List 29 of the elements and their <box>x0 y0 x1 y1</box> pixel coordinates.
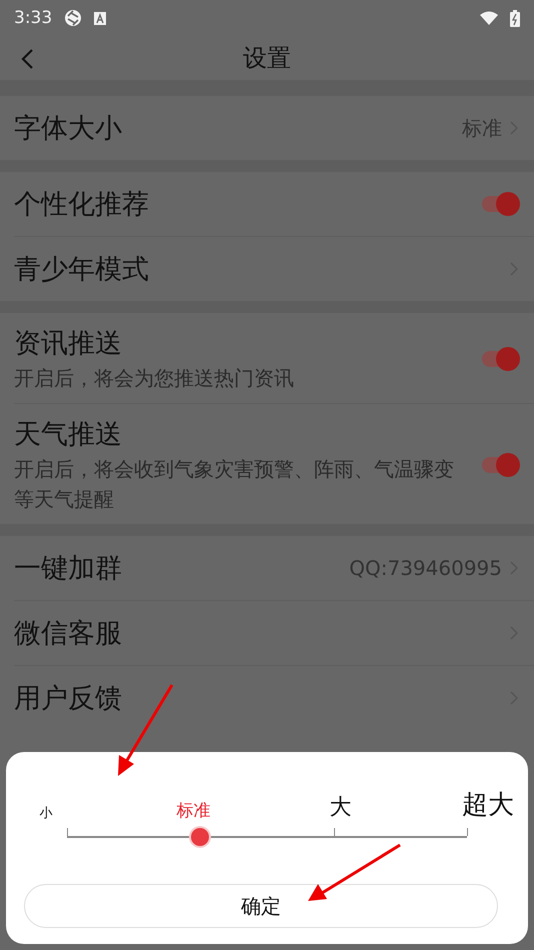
confirm-button[interactable]: 确定 <box>24 884 498 928</box>
font-size-option[interactable]: 标准 <box>176 799 210 822</box>
setting-label: 资讯推送 <box>14 327 123 361</box>
setting-label: 一键加群 <box>14 552 123 586</box>
status-time: 3:33 <box>14 8 52 28</box>
settings-row[interactable]: 个性化推荐 <box>14 172 534 237</box>
battery-icon <box>510 10 520 26</box>
settings-row[interactable]: 微信客服 <box>14 601 534 666</box>
settings-row[interactable]: 天气推送 开启后，将会收到气象灾害预警、阵雨、气温骤变等天气提醒 <box>14 404 534 524</box>
wifi-icon <box>480 11 498 25</box>
back-icon[interactable] <box>20 48 34 70</box>
setting-description: 开启后，将会收到气象灾害预警、阵雨、气温骤变等天气提醒 <box>14 456 455 513</box>
settings-row[interactable]: 资讯推送 开启后，将会为您推送热门资讯 <box>14 313 534 404</box>
a-letter-icon <box>94 12 106 24</box>
setting-label: 用户反馈 <box>14 682 123 716</box>
font-size-option[interactable]: 大 <box>330 792 352 822</box>
setting-label: 字体大小 <box>14 112 123 146</box>
settings-row[interactable]: 用户反馈 <box>14 666 534 730</box>
setting-label: 天气推送 <box>14 418 123 452</box>
setting-label: 个性化推荐 <box>14 188 150 222</box>
setting-label: 微信客服 <box>14 617 123 651</box>
slider-thumb[interactable] <box>191 828 210 846</box>
font-size-option[interactable]: 小 <box>40 804 52 822</box>
app-icon <box>64 9 82 27</box>
font-size-option[interactable]: 超大 <box>462 787 514 822</box>
setting-label: 青少年模式 <box>14 253 150 287</box>
settings-row[interactable]: 青少年模式 <box>14 237 534 301</box>
page-title: 设置 <box>243 43 291 74</box>
setting-description: 开启后，将会为您推送热门资讯 <box>14 365 295 392</box>
